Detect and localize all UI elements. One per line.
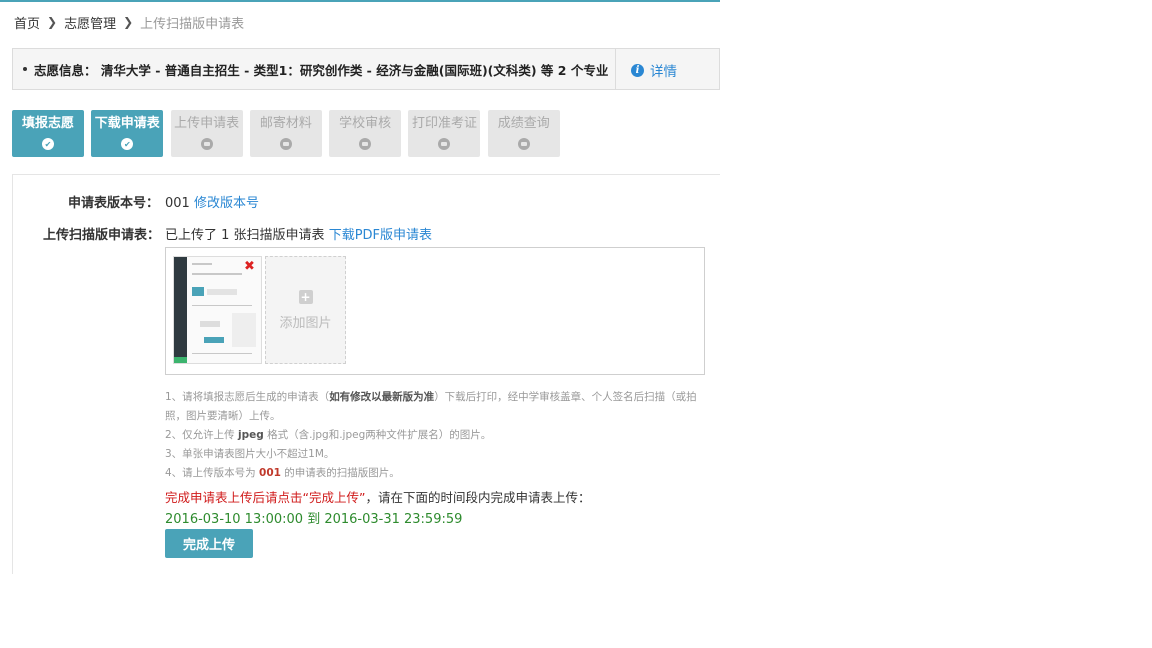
info-icon: i [631, 63, 644, 77]
upload-status: 已上传了 1 张扫描版申请表 [165, 228, 325, 243]
step-mail-materials[interactable]: 邮寄材料 [249, 110, 322, 157]
chevron-right-icon: ❯ [123, 15, 134, 29]
bullet-icon [23, 67, 27, 71]
upload-time-range: 2016-03-10 13:00:00 到 2016-03-31 23:59:5… [165, 512, 463, 527]
add-image-label: 添加图片 [279, 316, 332, 331]
lock-icon [359, 138, 372, 150]
step-download-form[interactable]: 下载申请表 ✔ [91, 110, 164, 157]
check-icon: ✔ [42, 138, 54, 150]
note-3: 3、单张申请表图片大小不超过1M。 [165, 448, 335, 460]
divider [615, 49, 616, 89]
lock-icon [438, 138, 451, 150]
detail-link[interactable]: i 详情 [631, 60, 677, 80]
breadcrumb-volunteer-management[interactable]: 志愿管理 [64, 13, 116, 32]
step-score-query[interactable]: 成绩查询 [487, 110, 560, 157]
step-school-review[interactable]: 学校审核 [329, 110, 402, 157]
upload-instructions: 1、请将填报志愿后生成的申请表（如有修改以最新版为准）下载后打印，经中学审核盖章… [165, 388, 710, 483]
progress-steps: 填报志愿 ✔ 下载申请表 ✔ 上传申请表 邮寄材料 学校审核 打印准考证 成绩查… [12, 110, 567, 157]
check-icon: ✔ [121, 138, 134, 150]
note-1: 1、请将填报志愿后生成的申请表（如有修改以最新版为准）下载后打印，经中学审核盖章… [165, 391, 697, 422]
detail-label: 详情 [650, 64, 677, 80]
finish-upload-button[interactable]: 完成上传 [165, 529, 253, 558]
delete-image-icon[interactable]: ✖ [244, 260, 255, 273]
step-label: 填报志愿 [21, 116, 74, 131]
step-upload-form[interactable]: 上传申请表 [170, 110, 243, 157]
volunteer-info-bar: 志愿信息： 清华大学 - 普通自主招生 - 类型1：研究创作类 - 经济与金融(… [12, 48, 720, 90]
lock-icon [517, 138, 530, 150]
volunteer-info-text: 志愿信息： 清华大学 - 普通自主招生 - 类型1：研究创作类 - 经济与金融(… [34, 62, 609, 78]
chevron-right-icon: ❯ [47, 15, 58, 29]
lock-icon [200, 138, 213, 150]
breadcrumb-current: 上传扫描版申请表 [140, 16, 245, 32]
note-4: 4、请上传版本号为 001 的申请表的扫描版图片。 [165, 467, 400, 479]
top-accent-line [0, 0, 720, 2]
step-label: 学校审核 [339, 116, 392, 131]
breadcrumb-home[interactable]: 首页 [14, 13, 40, 32]
step-fill-volunteer[interactable]: 填报志愿 ✔ [12, 110, 84, 157]
version-label: 申请表版本号： [68, 196, 160, 211]
add-image-button[interactable]: + 添加图片 [265, 256, 346, 364]
step-print-admission-ticket[interactable]: 打印准考证 [408, 110, 481, 157]
lock-icon [279, 138, 292, 150]
step-label: 上传申请表 [174, 116, 240, 131]
version-value: 001 [165, 196, 190, 211]
download-pdf-link[interactable]: 下载PDF版申请表 [329, 228, 432, 243]
step-label: 邮寄材料 [259, 116, 312, 131]
step-label: 下载申请表 [94, 116, 160, 131]
step-label: 打印准考证 [411, 116, 477, 131]
version-row: 001 修改版本号 [165, 192, 259, 211]
modify-version-link[interactable]: 修改版本号 [194, 196, 259, 211]
uploaded-image-thumbnail[interactable]: ✖ [173, 256, 262, 364]
breadcrumb: 首页 ❯ 志愿管理 ❯ 上传扫描版申请表 [14, 12, 244, 32]
step-label: 成绩查询 [497, 116, 550, 131]
upload-label: 上传扫描版申请表： [43, 228, 161, 243]
plus-icon: + [298, 290, 313, 304]
note-2: 2、仅允许上传 jpeg 格式（含.jpg和.jpeg两种文件扩展名）的图片。 [165, 429, 492, 441]
upload-row: 已上传了 1 张扫描版申请表 下载PDF版申请表 [165, 224, 432, 243]
completion-warning: 完成申请表上传后请点击“完成上传”，请在下面的时间段内完成申请表上传： [165, 490, 591, 505]
